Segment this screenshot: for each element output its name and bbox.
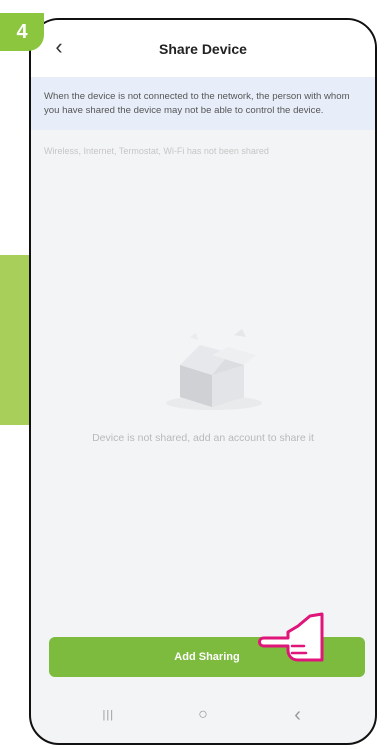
- empty-state-message: Device is not shared, add an account to …: [92, 432, 314, 444]
- page-title: Share Device: [159, 40, 247, 57]
- network-notice: When the device is not connected to the …: [31, 77, 375, 130]
- back-chevron-icon: ‹: [55, 34, 63, 59]
- recents-icon: |||: [102, 709, 115, 721]
- system-back-button[interactable]: ‹: [278, 700, 318, 730]
- back-button[interactable]: ‹: [45, 32, 73, 62]
- pointing-hand-icon: [258, 612, 324, 662]
- step-number-badge: 4: [0, 13, 44, 51]
- recents-button[interactable]: |||: [88, 700, 128, 730]
- add-sharing-label: Add Sharing: [174, 651, 240, 663]
- empty-box-icon: [166, 329, 262, 410]
- app-header: ‹ Share Device: [31, 20, 375, 77]
- system-navigation-bar: ||| ○ ‹: [31, 687, 375, 743]
- home-button[interactable]: ○: [183, 700, 223, 730]
- shared-status-text: Wireless, Internet, Termostat, Wi-Fi has…: [44, 146, 269, 156]
- system-back-icon: ‹: [294, 703, 301, 726]
- home-icon: ○: [198, 706, 208, 723]
